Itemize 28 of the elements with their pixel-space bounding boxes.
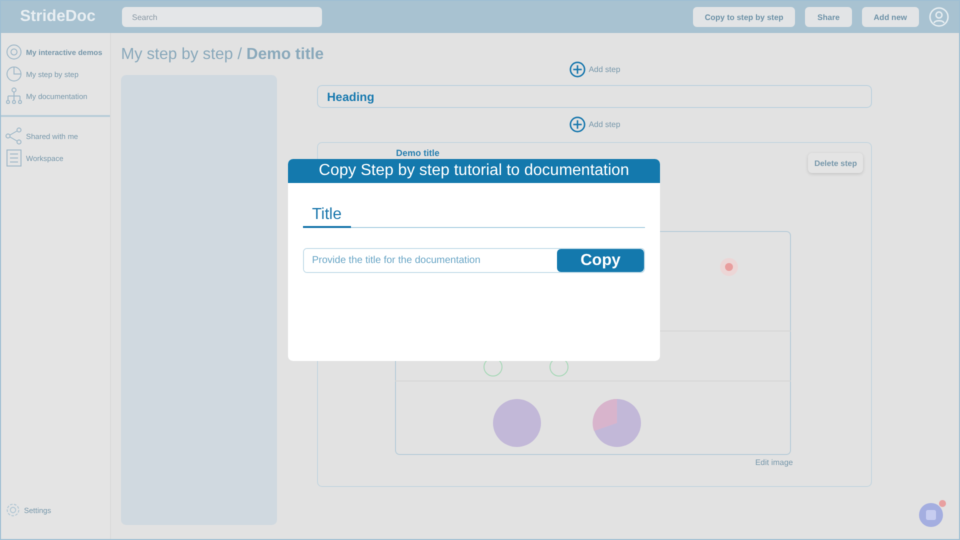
notification-dot: [939, 500, 946, 507]
target-icon: [5, 43, 23, 61]
app-logo: StrideDoc: [20, 8, 97, 26]
settings-icon: [5, 502, 21, 518]
plus-circle-icon: [568, 60, 586, 78]
share-icon: [5, 127, 23, 145]
heading-step[interactable]: Heading: [317, 85, 872, 108]
search-field[interactable]: Search: [122, 7, 322, 27]
copy-button[interactable]: Copy: [557, 249, 644, 272]
header-button[interactable]: Share: [805, 7, 852, 27]
title-input[interactable]: Provide the title for the documentation Copy: [303, 248, 645, 273]
edit-image-link[interactable]: Edit image: [755, 458, 793, 467]
add-step-button[interactable]: Add step: [568, 60, 620, 78]
hierarchy-icon: [5, 87, 23, 105]
step-title: Demo title: [396, 148, 440, 158]
pie-chart-icon: [5, 65, 23, 83]
dialog-tab[interactable]: Title: [303, 205, 351, 228]
chat-button[interactable]: [919, 503, 943, 527]
breadcrumb: My step by step / Demo title: [121, 45, 324, 65]
checklist-icon: [5, 149, 23, 167]
header-button[interactable]: Add new: [862, 7, 919, 27]
header-button[interactable]: Copy to step by step: [692, 7, 796, 27]
add-step-button[interactable]: Add step: [568, 116, 620, 132]
user-avatar-icon[interactable]: [929, 7, 949, 27]
dialog-title: Copy Step by step tutorial to documentation: [288, 159, 660, 183]
plus-circle-icon: [568, 116, 586, 132]
chat-icon: [925, 509, 937, 521]
delete-step-button[interactable]: Delete step: [808, 153, 863, 173]
